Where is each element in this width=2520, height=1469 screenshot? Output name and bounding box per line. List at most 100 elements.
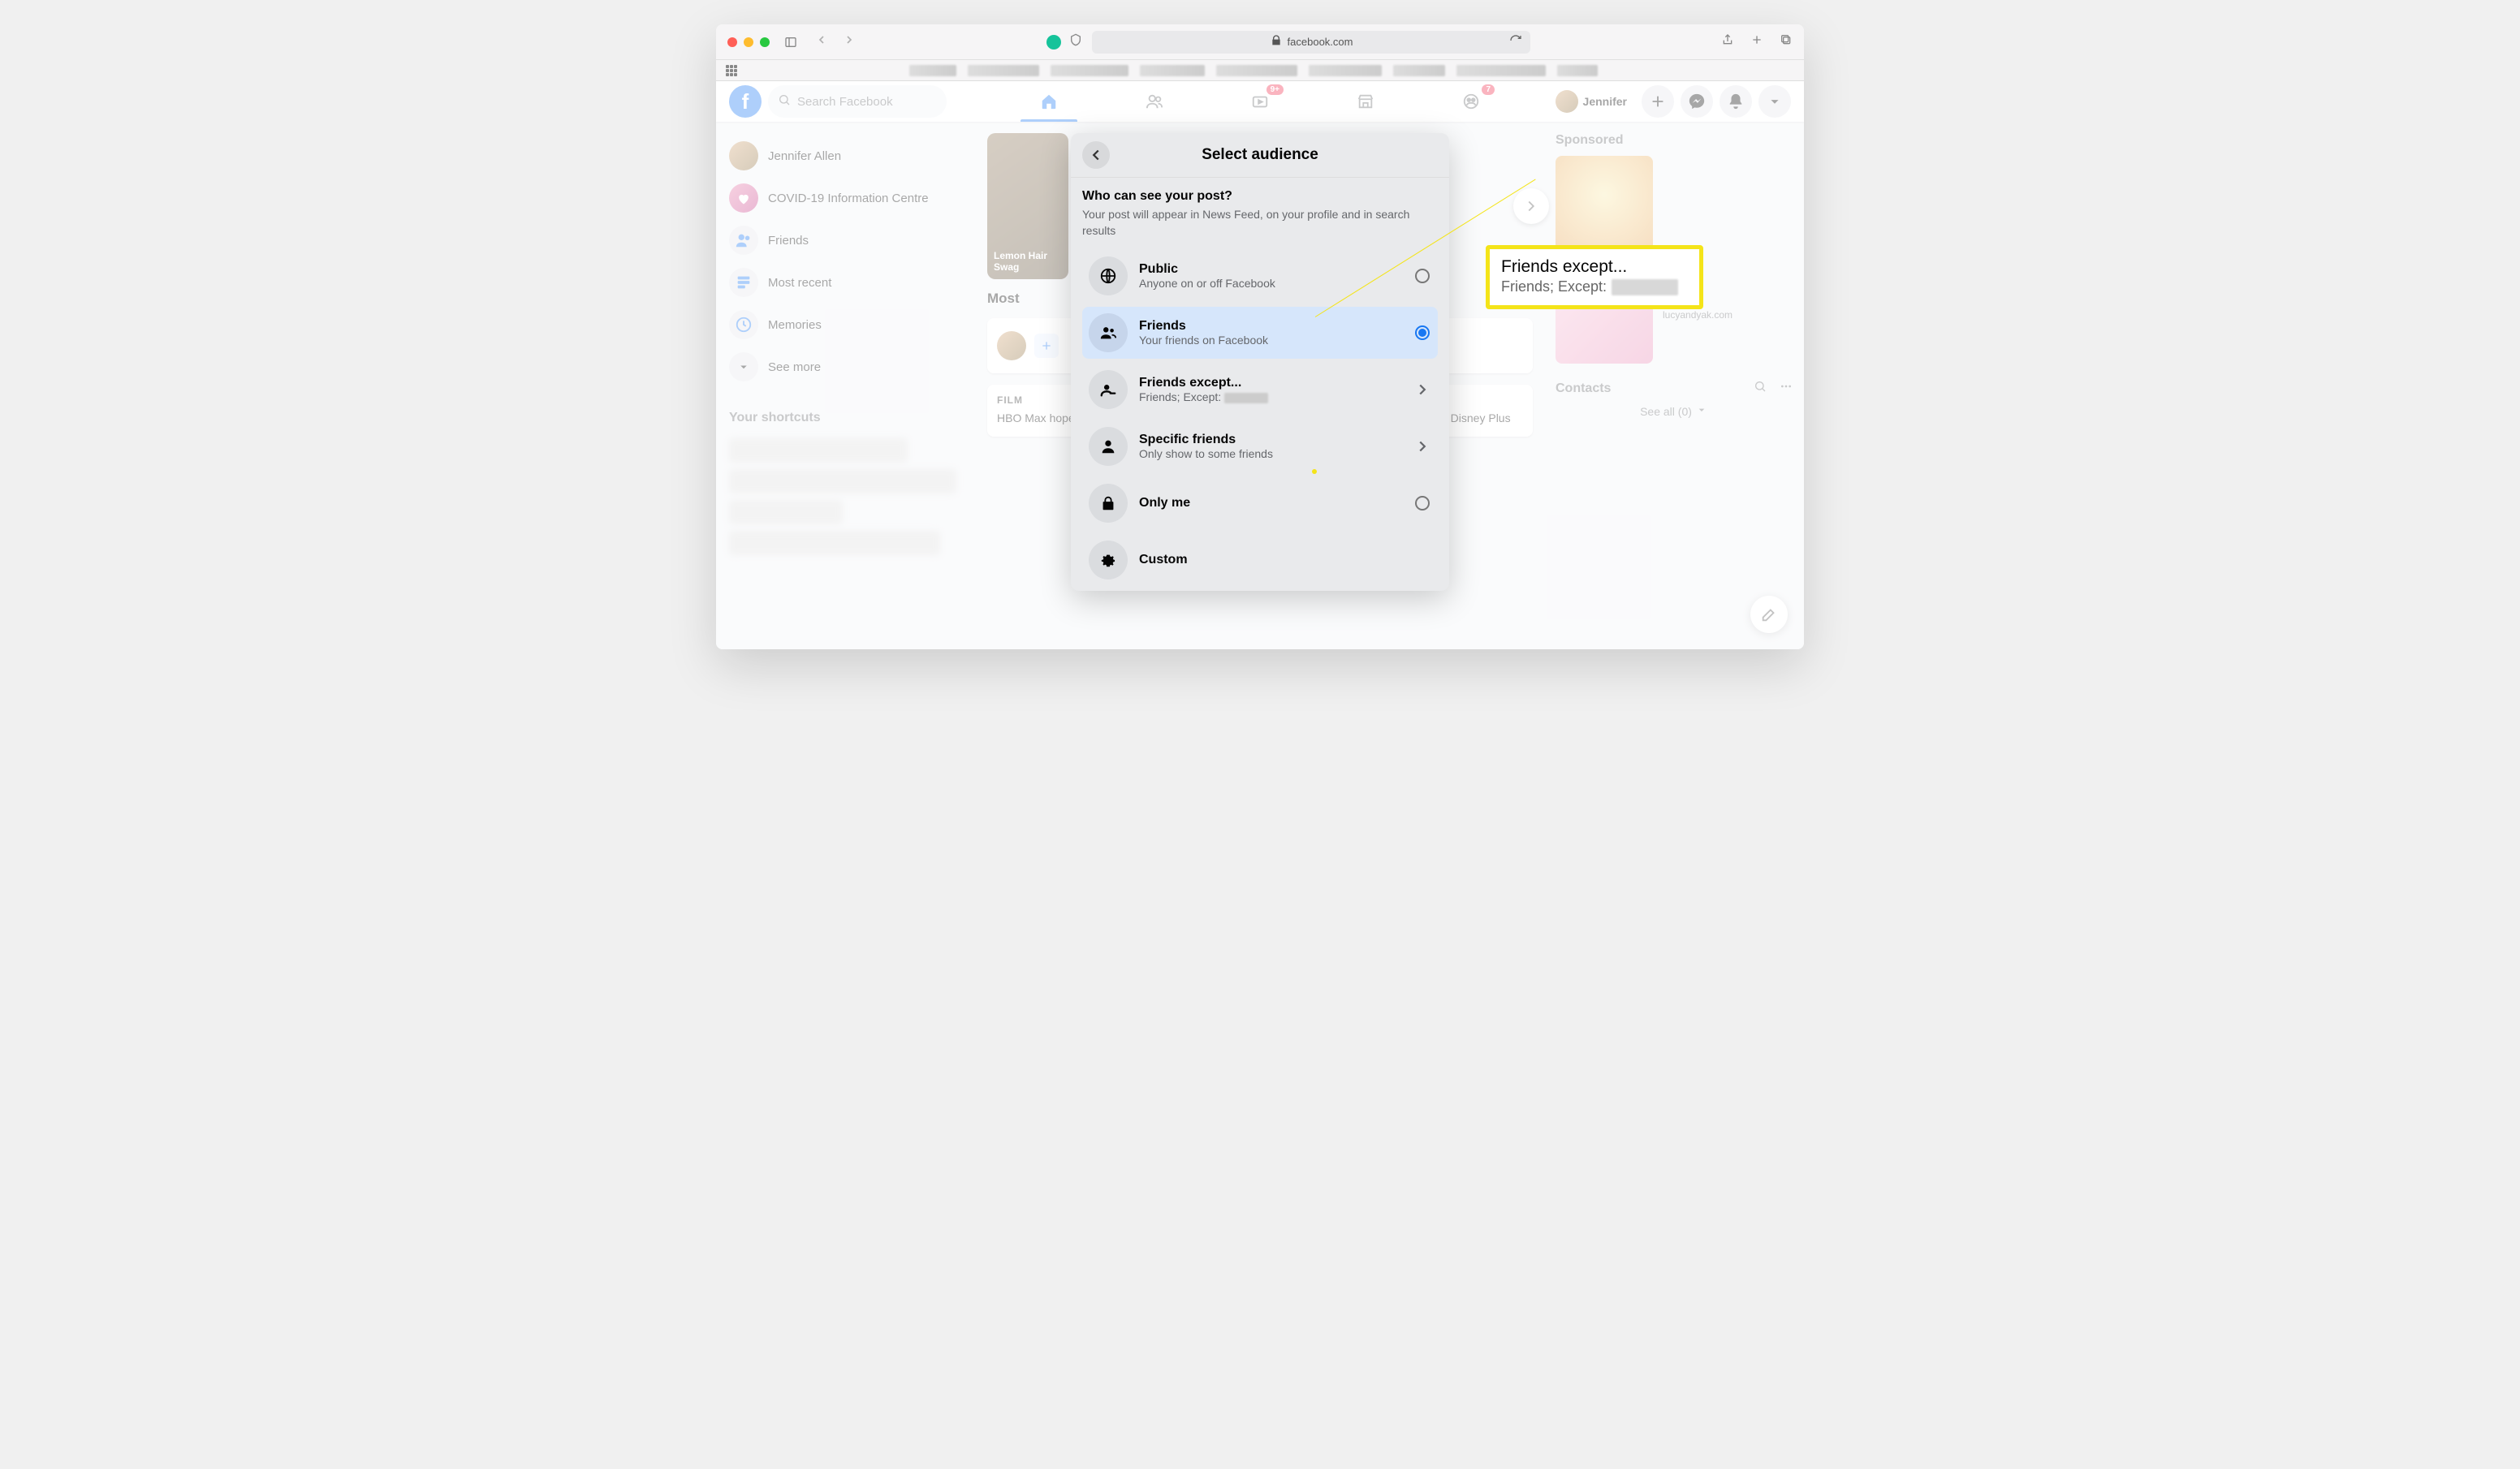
modal-body: Who can see your post? Your post will ap… xyxy=(1071,178,1449,591)
shortcut-item[interactable] xyxy=(729,500,843,524)
audience-label: Friends except... xyxy=(1139,376,1402,390)
audience-sub: Your friends on Facebook xyxy=(1139,334,1402,347)
address-bar[interactable]: facebook.com xyxy=(1092,31,1530,54)
tab-groups[interactable]: 7 xyxy=(1451,81,1491,122)
account-menu-button[interactable] xyxy=(1758,85,1791,118)
tab-home[interactable] xyxy=(1029,81,1069,122)
audience-option-friends[interactable]: FriendsYour friends on Facebook xyxy=(1082,307,1438,359)
feed-icon xyxy=(729,268,758,297)
facebook-header: f Search Facebook 9+ 7 Jennifer xyxy=(716,81,1804,122)
audience-sub: Only show to some friends xyxy=(1139,447,1402,460)
sidebar-item-label: Jennifer Allen xyxy=(768,149,841,163)
bookmark-item[interactable] xyxy=(909,65,956,76)
close-window-button[interactable] xyxy=(727,37,737,47)
create-button[interactable] xyxy=(1642,85,1674,118)
audience-label: Friends xyxy=(1139,319,1402,334)
sidebar-item-see-more[interactable]: See more xyxy=(723,346,969,388)
sidebar-item-covid[interactable]: COVID-19 Information Centre xyxy=(723,177,969,219)
feed-section-title: Most xyxy=(987,291,1020,307)
apps-grid-icon[interactable] xyxy=(726,65,737,76)
minimize-window-button[interactable] xyxy=(744,37,753,47)
sidebar-item-profile[interactable]: Jennifer Allen xyxy=(723,135,969,177)
messenger-button[interactable] xyxy=(1681,85,1713,118)
annotation-callout: Friends except... Friends; Except: xyxy=(1486,245,1703,309)
notifications-button[interactable] xyxy=(1720,85,1752,118)
new-tab-button[interactable] xyxy=(1750,33,1763,50)
audience-label: Specific friends xyxy=(1139,433,1402,447)
bookmark-item[interactable] xyxy=(1456,65,1546,76)
story-card[interactable]: Lemon Hair Swag xyxy=(987,133,1068,279)
tab-marketplace[interactable] xyxy=(1345,81,1386,122)
globe-icon xyxy=(1089,256,1128,295)
contacts-more-icon[interactable] xyxy=(1780,380,1793,397)
share-button[interactable] xyxy=(1721,33,1734,50)
compose-fab-button[interactable] xyxy=(1750,596,1788,633)
window-controls[interactable] xyxy=(727,37,770,47)
sidebar-item-label: See more xyxy=(768,360,821,374)
radio-button[interactable] xyxy=(1413,494,1431,512)
groups-badge: 7 xyxy=(1482,84,1495,95)
sidebar-item-friends[interactable]: Friends xyxy=(723,219,969,261)
privacy-shield-icon[interactable] xyxy=(1069,33,1082,50)
select-audience-modal: Select audience Who can see your post? Y… xyxy=(1071,133,1449,591)
facebook-app: f Search Facebook 9+ 7 Jennifer xyxy=(716,81,1804,649)
radio-button[interactable] xyxy=(1413,267,1431,285)
reload-button[interactable] xyxy=(1509,34,1522,50)
tab-friends[interactable] xyxy=(1134,81,1175,122)
contacts-title: Contacts xyxy=(1556,381,1611,396)
shortcuts-title: Your shortcuts xyxy=(723,404,969,432)
plus-icon xyxy=(1034,334,1059,358)
sidebar-item-label: Most recent xyxy=(768,276,831,290)
back-button[interactable] xyxy=(815,33,828,50)
audience-option-friends-except[interactable]: Friends except...Friends; Except: xyxy=(1082,364,1438,416)
bookmark-item[interactable] xyxy=(968,65,1039,76)
callout-sub: Friends; Except: xyxy=(1501,278,1688,295)
stories-next-button[interactable] xyxy=(1513,188,1549,224)
facebook-logo[interactable]: f xyxy=(729,85,762,118)
avatar xyxy=(1556,90,1578,113)
profile-chip[interactable]: Jennifer xyxy=(1552,87,1635,116)
audience-label: Custom xyxy=(1139,553,1402,567)
bookmark-item[interactable] xyxy=(1393,65,1445,76)
grammarly-extension-icon[interactable] xyxy=(1046,35,1061,50)
bookmark-item[interactable] xyxy=(1309,65,1382,76)
bookmarks-bar xyxy=(716,60,1804,81)
see-all-contacts[interactable]: See all (0) xyxy=(1556,403,1793,419)
sponsored-ad[interactable] xyxy=(1556,156,1793,253)
audience-sub: Anyone on or off Facebook xyxy=(1139,277,1402,290)
gear-icon xyxy=(1089,541,1128,579)
bookmark-item[interactable] xyxy=(1140,65,1205,76)
who-can-see-title: Who can see your post? xyxy=(1082,189,1438,204)
sidebar-item-label: Friends xyxy=(768,234,809,248)
radio-button[interactable] xyxy=(1413,324,1431,342)
right-column: Sponsored lucyandyak.com Contacts See al… xyxy=(1544,122,1804,649)
audience-option-public[interactable]: PublicAnyone on or off Facebook xyxy=(1082,250,1438,302)
lock-icon xyxy=(1270,34,1283,50)
contacts-search-icon[interactable] xyxy=(1754,380,1767,397)
sidebar-toggle-button[interactable] xyxy=(784,36,797,49)
ad-image xyxy=(1556,156,1653,253)
zoom-window-button[interactable] xyxy=(760,37,770,47)
bookmark-item[interactable] xyxy=(1557,65,1598,76)
audience-option-specific-friends[interactable]: Specific friendsOnly show to some friend… xyxy=(1082,420,1438,472)
lock-icon xyxy=(1089,484,1128,523)
audience-option-custom[interactable]: Custom xyxy=(1082,534,1438,586)
modal-back-button[interactable] xyxy=(1082,141,1110,169)
bookmark-item[interactable] xyxy=(1216,65,1297,76)
redacted-name xyxy=(1612,279,1678,295)
friends-icon xyxy=(1089,313,1128,352)
shortcut-item[interactable] xyxy=(729,469,956,493)
sidebar-item-most-recent[interactable]: Most recent xyxy=(723,261,969,304)
shortcut-item[interactable] xyxy=(729,438,908,463)
audience-option-only-me[interactable]: Only me xyxy=(1082,477,1438,529)
chevron-right-icon xyxy=(1413,551,1431,569)
bookmark-item[interactable] xyxy=(1051,65,1128,76)
shortcut-item[interactable] xyxy=(729,531,940,555)
sidebar-item-memories[interactable]: Memories xyxy=(723,304,969,346)
search-input[interactable]: Search Facebook xyxy=(768,85,947,118)
forward-button[interactable] xyxy=(843,33,856,50)
tabs-button[interactable] xyxy=(1780,33,1793,50)
search-placeholder: Search Facebook xyxy=(797,95,893,109)
tab-watch[interactable]: 9+ xyxy=(1240,81,1280,122)
audience-label: Only me xyxy=(1139,496,1402,510)
